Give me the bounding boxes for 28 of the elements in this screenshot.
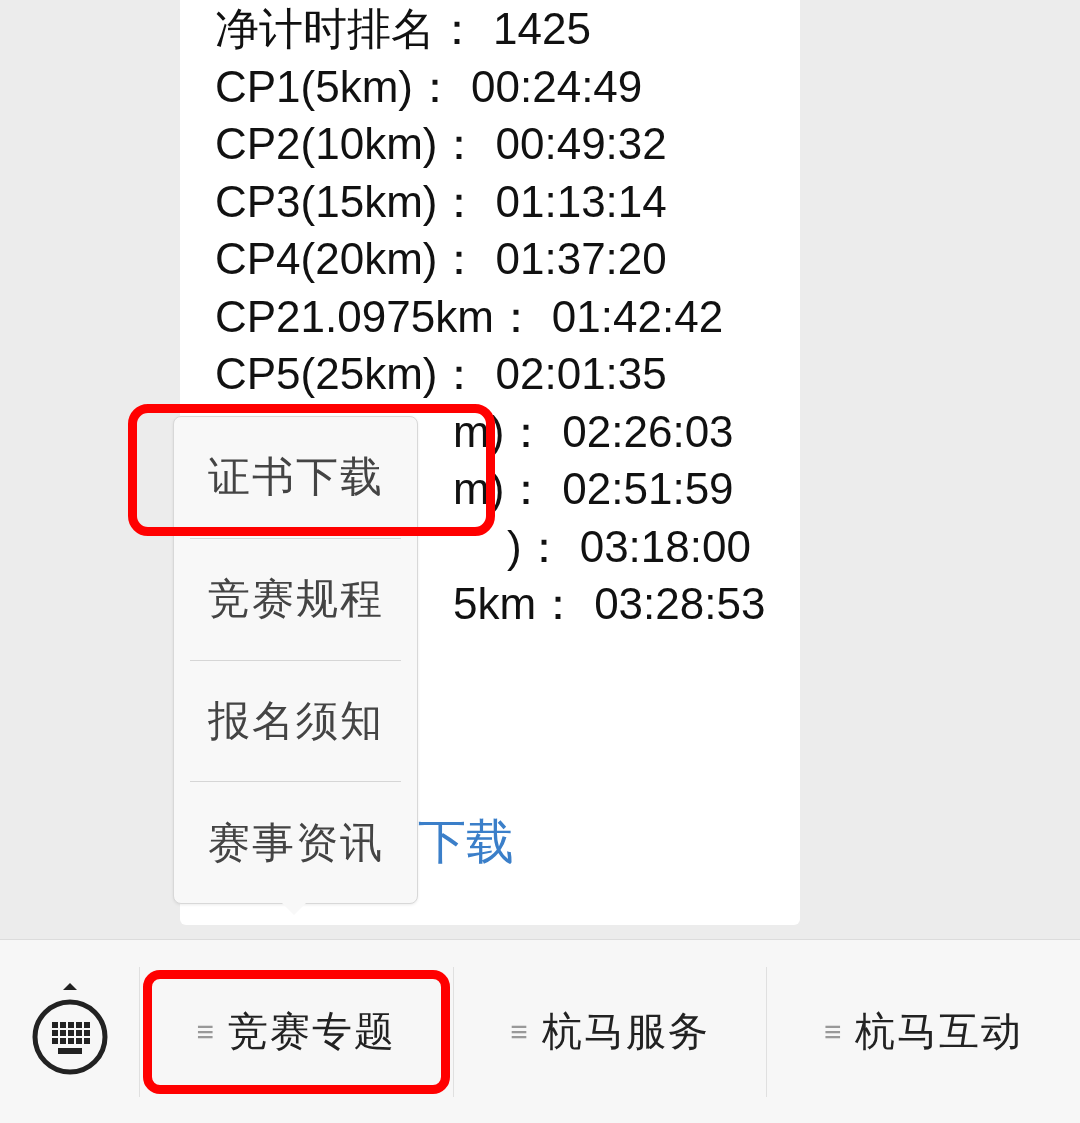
split-time: 03:28:53 bbox=[594, 578, 766, 630]
menu-tab[interactable]: ≡ 杭马互动 bbox=[766, 966, 1080, 1097]
menu-item[interactable]: 证书下载 bbox=[190, 417, 401, 538]
split-label: CP4(20km)： bbox=[215, 233, 482, 285]
split-time: 03:18:00 bbox=[579, 520, 751, 573]
split-time: 00:49:32 bbox=[495, 118, 667, 170]
split-label: CP21.0975km： bbox=[215, 290, 538, 343]
split-time: 01:42:42 bbox=[551, 290, 724, 343]
split-label: 净计时排名： bbox=[215, 3, 479, 55]
split-time: 00:24:49 bbox=[471, 60, 643, 113]
split-time: 02:51:59 bbox=[562, 463, 734, 515]
menu-item[interactable]: 赛事资讯 bbox=[190, 781, 401, 903]
split-time: 02:01:35 bbox=[495, 348, 667, 400]
split-time: 01:37:20 bbox=[495, 233, 667, 285]
split-label: )： bbox=[507, 520, 566, 573]
menu-item[interactable]: 竞赛规程 bbox=[190, 537, 401, 660]
split-label: CP3(15km)： bbox=[215, 175, 482, 228]
menu-tab[interactable]: ≡ 杭马服务 bbox=[452, 966, 767, 1097]
download-link[interactable]: 下载 bbox=[418, 810, 514, 874]
split-time: 01:13:14 bbox=[495, 175, 667, 228]
split-label: CP1(5km)： bbox=[215, 60, 458, 113]
split-label: CP2(10km)： bbox=[215, 118, 482, 170]
split-label: CP5(25km)： bbox=[215, 348, 482, 400]
split-time: 1425 bbox=[493, 3, 591, 55]
split-time: 02:26:03 bbox=[562, 405, 734, 458]
split-label: 5km： bbox=[453, 578, 581, 630]
menu-item[interactable]: 报名须知 bbox=[190, 659, 401, 782]
menu-tab[interactable]: ≡ 竞赛专题 bbox=[140, 966, 453, 1097]
